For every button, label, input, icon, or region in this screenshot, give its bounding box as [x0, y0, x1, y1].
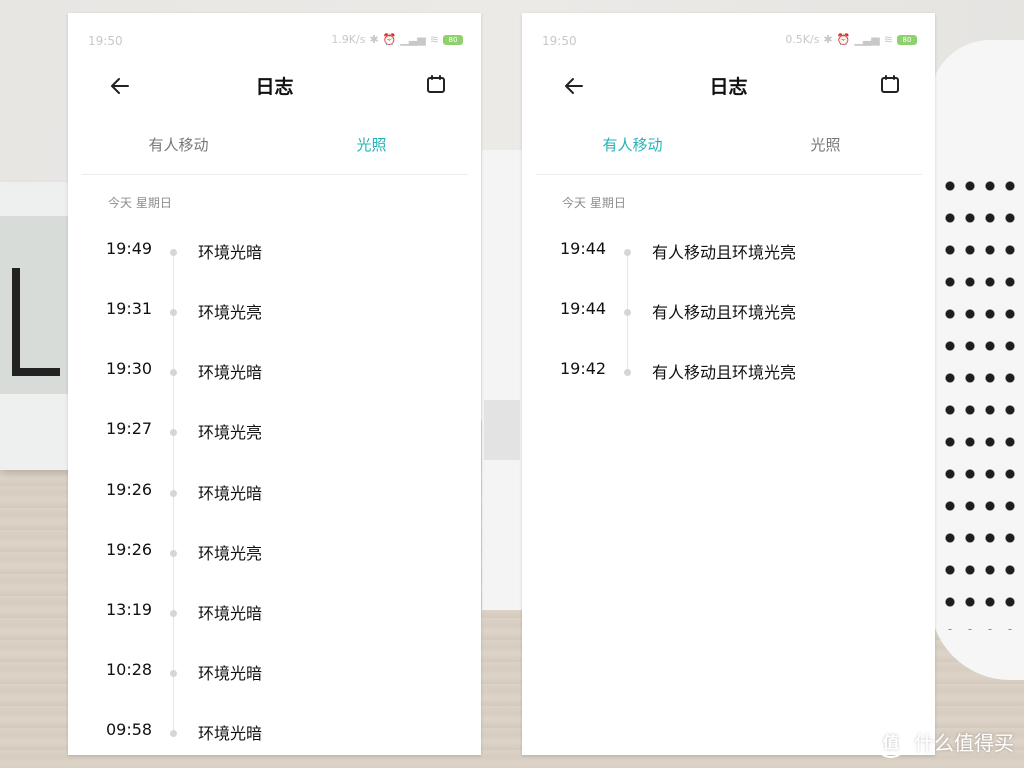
timeline-dot — [170, 249, 177, 256]
signal-icon: ▁▃▅ — [400, 33, 426, 46]
signal-icon: ▁▃▅ — [854, 33, 880, 46]
wifi-icon: ≋ — [883, 33, 893, 46]
background-sensor-joint — [484, 400, 520, 460]
timeline-dot — [170, 369, 177, 376]
timeline-dot — [624, 369, 631, 376]
entry-time: 19:49 — [106, 239, 153, 258]
calendar-icon[interactable] — [425, 73, 447, 95]
timeline-dot — [170, 670, 177, 677]
status-icons: 0.5K/s ✱ ⏰ ▁▃▅ ≋ 80 — [785, 33, 917, 46]
alarm-icon: ⏰ — [836, 33, 851, 46]
tab-motion[interactable]: 有人移动 — [82, 134, 275, 155]
status-icons: 1.9K/s ✱ ⏰ ▁▃▅ ≋ 80 — [331, 33, 463, 46]
tab-bar: 有人移动 光照 — [82, 130, 468, 175]
entry-time: 19:44 — [560, 299, 607, 318]
battery-icon: 80 — [443, 34, 463, 45]
list-item: 19:44 有人移动且环境光亮 — [522, 299, 935, 329]
entry-event: 环境光暗 — [198, 724, 263, 743]
list-item: 19:27 环境光亮 — [68, 419, 481, 449]
entry-time: 10:28 — [106, 660, 153, 679]
date-label: 今天 星期日 — [562, 196, 626, 210]
entry-time: 19:42 — [560, 359, 607, 378]
entry-event: 环境光亮 — [198, 423, 263, 442]
timeline-dot — [170, 550, 177, 557]
list-item: 13:19 环境光暗 — [68, 600, 481, 630]
timeline-dot — [624, 309, 631, 316]
status-time: 19:50 — [542, 34, 577, 48]
bluetooth-icon: ✱ — [823, 33, 833, 46]
entry-time: 19:26 — [106, 480, 153, 499]
entry-event: 环境光亮 — [198, 544, 263, 563]
timeline-dot — [170, 490, 177, 497]
entry-event: 环境光亮 — [198, 303, 263, 322]
background-speaker-grille — [940, 170, 1024, 630]
entry-time: 13:19 — [106, 600, 153, 619]
entry-event: 环境光暗 — [198, 363, 263, 382]
entry-time: 09:58 — [106, 720, 153, 739]
bluetooth-icon: ✱ — [369, 33, 379, 46]
network-speed: 0.5K/s — [785, 33, 820, 46]
background-sensor-device — [482, 150, 522, 610]
entry-event: 有人移动且环境光亮 — [652, 303, 797, 322]
list-item: 19:42 有人移动且环境光亮 — [522, 359, 935, 389]
calendar-icon[interactable] — [879, 73, 901, 95]
watermark-text: 什么值得买 — [914, 730, 1014, 755]
status-time: 19:50 — [88, 34, 123, 48]
entry-event: 环境光暗 — [198, 243, 263, 262]
entry-event: 有人移动且环境光亮 — [652, 363, 797, 382]
app-header: 日志 — [522, 68, 935, 104]
list-item: 09:58 环境光暗 — [68, 720, 481, 750]
alarm-icon: ⏰ — [382, 33, 397, 46]
entry-time: 19:26 — [106, 540, 153, 559]
list-item: 19:44 有人移动且环境光亮 — [522, 239, 935, 269]
tab-motion[interactable]: 有人移动 — [536, 134, 729, 155]
entry-event: 有人移动且环境光亮 — [652, 243, 797, 262]
entry-time: 19:30 — [106, 359, 153, 378]
status-bar: 19:50 1.9K/s ✱ ⏰ ▁▃▅ ≋ 80 — [68, 13, 481, 48]
timeline-dot — [624, 249, 631, 256]
entry-event: 环境光暗 — [198, 664, 263, 683]
watermark-logo-icon: 值 — [874, 724, 908, 758]
watermark: 值 什么值得买 — [874, 724, 1014, 758]
date-label: 今天 星期日 — [108, 196, 172, 210]
entry-event: 环境光暗 — [198, 484, 263, 503]
tab-light[interactable]: 光照 — [275, 134, 468, 155]
entry-time: 19:31 — [106, 299, 153, 318]
tab-bar: 有人移动 光照 — [536, 130, 922, 175]
wifi-icon: ≋ — [429, 33, 439, 46]
timeline-dot — [170, 309, 177, 316]
timeline-dot — [170, 429, 177, 436]
page-title: 日志 — [255, 76, 294, 98]
entry-time: 19:27 — [106, 419, 153, 438]
tab-light[interactable]: 光照 — [729, 134, 922, 155]
list-item: 19:30 环境光暗 — [68, 359, 481, 389]
status-bar: 19:50 0.5K/s ✱ ⏰ ▁▃▅ ≋ 80 — [522, 13, 935, 48]
left-phone-screen: 19:50 1.9K/s ✱ ⏰ ▁▃▅ ≋ 80 日志 有人移动 光照 今天 … — [68, 13, 481, 755]
list-item: 19:26 环境光亮 — [68, 540, 481, 570]
right-phone-screen: 19:50 0.5K/s ✱ ⏰ ▁▃▅ ≋ 80 日志 有人移动 光照 今天 … — [522, 13, 935, 755]
list-item: 19:26 环境光暗 — [68, 480, 481, 510]
list-item: 19:31 环境光亮 — [68, 299, 481, 329]
entry-event: 环境光暗 — [198, 604, 263, 623]
entry-time: 19:44 — [560, 239, 607, 258]
background-speaker-device — [930, 40, 1024, 680]
list-item: 19:49 环境光暗 — [68, 239, 481, 269]
app-header: 日志 — [68, 68, 481, 104]
timeline-dot — [170, 610, 177, 617]
battery-icon: 80 — [897, 34, 917, 45]
page-title: 日志 — [709, 76, 748, 98]
timeline-dot — [170, 730, 177, 737]
network-speed: 1.9K/s — [331, 33, 366, 46]
background-clock-screen — [0, 216, 70, 394]
list-item: 10:28 环境光暗 — [68, 660, 481, 690]
background-clock-digit — [12, 268, 60, 376]
